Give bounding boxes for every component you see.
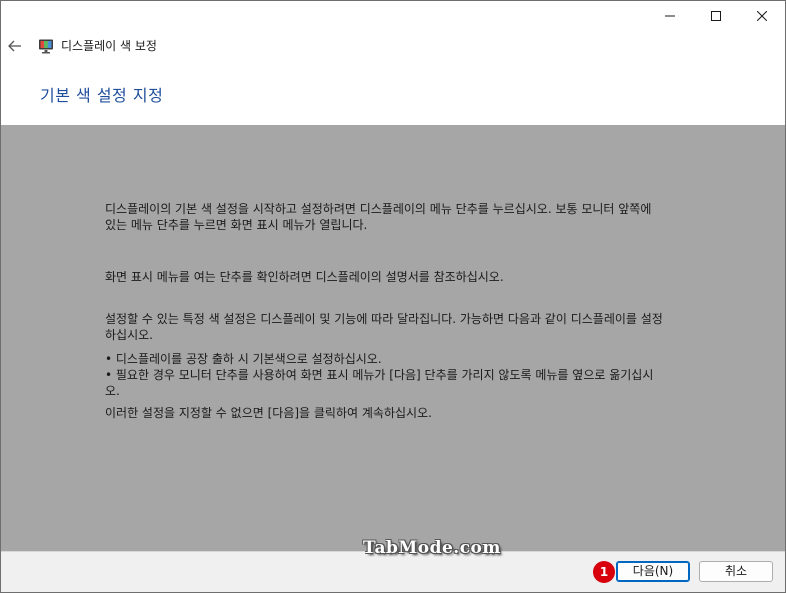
watermark: TabMode.com: [363, 538, 501, 558]
bullet-item-2: • 필요한 경우 모니터 단추를 사용하여 화면 표시 메뉴가 [다음] 단추를…: [105, 368, 654, 398]
cancel-button[interactable]: 취소: [699, 561, 773, 582]
back-arrow-icon: [8, 40, 21, 52]
page-title: 기본 색 설정 지정: [40, 86, 164, 105]
minimize-icon: [665, 15, 675, 17]
instruction-paragraph-4: 이러한 설정을 지정할 수 없으면 [다음]을 클릭하여 계속하십시오.: [105, 406, 432, 420]
step-number-badge: 1: [593, 561, 615, 583]
title-bar: [1, 1, 785, 31]
next-button[interactable]: 다음(N): [616, 561, 690, 582]
maximize-icon: [711, 11, 721, 21]
maximize-button[interactable]: [693, 1, 739, 31]
close-button[interactable]: [739, 1, 785, 31]
instruction-paragraph-1: 디스플레이의 기본 색 설정을 시작하고 설정하려면 디스플레이의 메뉴 단추를…: [105, 202, 652, 232]
content-area: 디스플레이의 기본 색 설정을 시작하고 설정하려면 디스플레이의 메뉴 단추를…: [1, 125, 785, 551]
back-button[interactable]: [5, 36, 25, 56]
dialog-window: 디스플레이 색 보정 기본 색 설정 지정 디스플레이의 기본 색 설정을 시작…: [0, 0, 786, 593]
window-title: 디스플레이 색 보정: [61, 39, 157, 53]
display-monitor-icon: [39, 39, 53, 54]
minimize-button[interactable]: [647, 1, 693, 31]
bullet-item-1: • 디스플레이를 공장 출하 시 기본색으로 설정하십시오.: [105, 352, 382, 366]
instruction-paragraph-3: 설정할 수 있는 특정 색 설정은 디스플레이 및 기능에 따라 달라집니다. …: [105, 312, 663, 342]
close-icon: [757, 11, 767, 21]
navigation-bar: 디스플레이 색 보정: [1, 31, 785, 61]
instruction-paragraph-2: 화면 표시 메뉴를 여는 단추를 확인하려면 디스플레이의 설명서를 참조하십시…: [105, 270, 504, 284]
